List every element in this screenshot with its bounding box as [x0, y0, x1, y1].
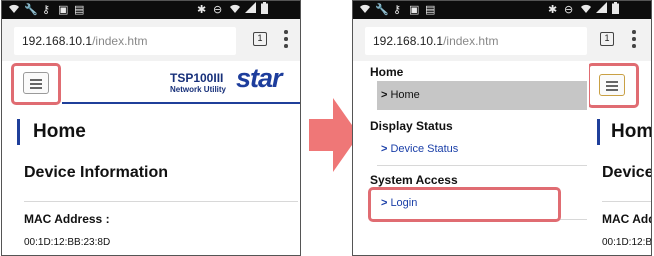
key-icon: ⚷ [393, 3, 402, 16]
highlight-box-menu-button [587, 63, 639, 108]
tab-switcher-button[interactable]: 1 [600, 32, 614, 46]
tab-switcher-button[interactable]: 1 [253, 32, 267, 46]
phone-screen-before: 🔧 ⚷ ▣ ▤ ✱ ⊖ 192.168.10.1/index.htm 1 TSP… [1, 0, 301, 256]
wifi-icon [359, 2, 371, 19]
logo-model: TSP100III [170, 71, 224, 85]
url-path: /index.htm [92, 34, 148, 48]
image-icon: ▣ [409, 3, 420, 16]
chevron-right-icon: > [381, 143, 388, 155]
bluetooth-icon: ✱ [548, 3, 558, 16]
image-icon: ▣ [58, 3, 69, 16]
divider [602, 201, 651, 202]
menu-item-label: Home [390, 89, 420, 101]
star-logo: star [236, 63, 283, 93]
page-title-partial: Hom [611, 121, 652, 142]
address-bar[interactable]: 192.168.10.1/index.htm [365, 27, 587, 55]
wrench-icon: 🔧 [375, 3, 389, 16]
section-title-partial: Device [602, 164, 652, 181]
mac-address-label-partial: MAC Addr [602, 212, 651, 226]
phone-screen-after: 🔧 ⚷ ▣ ▤ ✱ ⊖ 192.168.10.1/index.htm 1 Hom… [352, 0, 652, 256]
menu-item-home[interactable]: > Home [381, 89, 420, 101]
logo-subtitle: Network Utility [170, 85, 227, 94]
wifi-icon [8, 2, 20, 19]
overflow-menu-icon[interactable] [281, 29, 291, 49]
url-host: 192.168.10.1 [22, 34, 93, 48]
page-title: Home [33, 121, 86, 142]
chevron-right-icon: > [381, 89, 388, 101]
mac-address-value: 00:1D:12:BB:23:8D [24, 237, 111, 248]
browser-toolbar: 192.168.10.1/index.htm 1 [2, 19, 300, 61]
highlight-box-login [368, 187, 561, 222]
title-accent-bar [597, 119, 600, 145]
url-host: 192.168.10.1 [373, 34, 444, 48]
signal-icon [245, 2, 256, 18]
menu-heading-system-access: System Access [370, 173, 458, 187]
address-bar[interactable]: 192.168.10.1/index.htm [14, 27, 236, 55]
section-title: Device Information [24, 164, 169, 181]
status-bar: 🔧 ⚷ ▣ ▤ ✱ ⊖ [353, 1, 651, 19]
navigation-drawer: Home > Home Display Status > Device Status… [353, 61, 589, 255]
signal-icon [596, 2, 607, 18]
wifi-icon [580, 2, 592, 19]
status-bar: 🔧 ⚷ ▣ ▤ ✱ ⊖ [2, 1, 300, 19]
bluetooth-icon: ✱ [197, 3, 207, 16]
do-not-disturb-icon: ⊖ [564, 3, 574, 16]
wifi-icon [229, 2, 241, 19]
url-path: /index.htm [443, 34, 499, 48]
do-not-disturb-icon: ⊖ [213, 3, 223, 16]
battery-icon [612, 2, 619, 19]
mac-address-value-partial: 00:1D:12:B [602, 237, 652, 248]
memo-icon: ▤ [74, 3, 85, 16]
key-icon: ⚷ [42, 3, 51, 16]
menu-heading-display-status: Display Status [370, 119, 453, 133]
mac-address-label: MAC Address : [24, 212, 110, 226]
menu-heading-home: Home [370, 65, 404, 79]
menu-item-label: Device Status [390, 143, 459, 155]
memo-icon: ▤ [425, 3, 436, 16]
divider [24, 201, 298, 202]
overflow-menu-icon[interactable] [629, 29, 639, 49]
highlight-box-menu-button [11, 63, 61, 105]
title-accent-bar [17, 119, 20, 145]
menu-item-device-status[interactable]: > Device Status [381, 143, 458, 155]
wrench-icon: 🔧 [24, 3, 38, 16]
browser-toolbar: 192.168.10.1/index.htm 1 [353, 19, 651, 61]
header-rule [62, 102, 300, 104]
battery-icon [261, 2, 268, 19]
menu-divider [377, 165, 587, 166]
